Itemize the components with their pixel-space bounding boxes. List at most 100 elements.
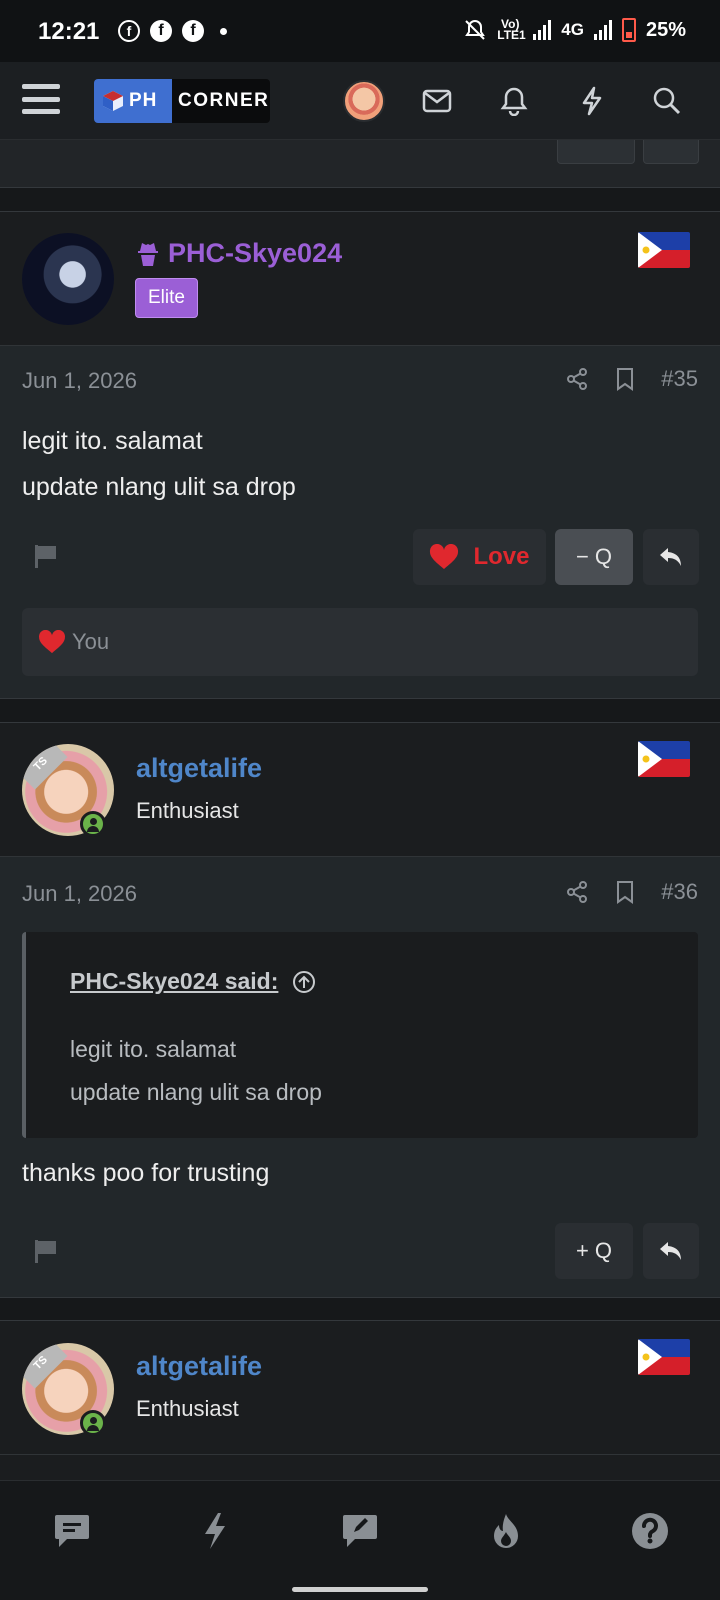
elite-badge-label: Elite xyxy=(148,287,185,308)
reply-button[interactable] xyxy=(643,140,699,164)
reply-icon xyxy=(660,1242,681,1260)
ph-flag-icon xyxy=(638,1339,690,1375)
menu-icon[interactable] xyxy=(22,84,60,114)
ph-flag-icon xyxy=(638,741,690,777)
facebook-icon: f xyxy=(150,20,172,42)
post-thread-icon[interactable] xyxy=(340,1511,380,1551)
online-status-icon xyxy=(80,1410,106,1436)
bell-icon[interactable] xyxy=(497,84,531,118)
ph-flag-icon xyxy=(638,232,690,268)
quote-attribution[interactable]: PHC-Skye024 said: xyxy=(70,968,316,995)
thread-content: PHC-Skye024 Elite Jun 1, 2026 #35 legit … xyxy=(0,140,720,1480)
reply-button[interactable] xyxy=(643,1223,699,1279)
trending-fire-icon[interactable] xyxy=(486,1511,526,1551)
share-icon[interactable] xyxy=(565,880,589,904)
bookmark-icon[interactable] xyxy=(615,367,635,391)
search-icon[interactable] xyxy=(650,84,684,118)
signal-icon xyxy=(533,20,552,40)
user-title: Enthusiast xyxy=(136,798,239,823)
logo-text-corner: CORNER xyxy=(172,79,270,123)
network-type: 4G xyxy=(561,20,584,39)
cube-logo-icon xyxy=(103,91,123,111)
multi-quote-label: + Q xyxy=(575,1238,613,1263)
post-user-bar: TS altgetalife Enthusiast xyxy=(0,723,720,857)
lightning-icon[interactable] xyxy=(575,84,609,118)
quote-line: legit ito. salamat xyxy=(70,1036,237,1062)
love-label: Love xyxy=(473,543,530,570)
online-status-icon xyxy=(80,811,106,837)
post-body: thanks poo for trusting xyxy=(22,1150,269,1196)
user-avatar[interactable] xyxy=(343,80,385,122)
post-meta-actions: #36 xyxy=(565,879,698,905)
username-text: altgetalife xyxy=(136,1351,263,1381)
username-link[interactable]: altgetalife xyxy=(136,753,262,784)
share-icon[interactable] xyxy=(565,367,589,391)
quote-attribution-text: PHC-Skye024 said: xyxy=(70,968,279,994)
heart-icon xyxy=(430,544,459,569)
post-line: update nlang ulit sa drop xyxy=(22,473,296,501)
post-meta-actions: #35 xyxy=(565,366,698,392)
status-indicators: Vo) LTE1 4G 25% xyxy=(463,18,686,42)
reactions-summary[interactable]: You xyxy=(22,608,698,676)
report-flag-icon[interactable] xyxy=(32,1237,60,1265)
battery-icon xyxy=(621,18,636,42)
multi-quote-button[interactable]: − Q xyxy=(555,529,633,585)
reply-button[interactable] xyxy=(643,529,699,585)
spy-icon xyxy=(138,242,158,266)
username-link[interactable]: altgetalife xyxy=(136,1351,262,1382)
post-number[interactable]: #36 xyxy=(661,879,698,905)
user-avatar[interactable] xyxy=(22,233,114,325)
post-date[interactable]: Jun 1, 2026 xyxy=(22,368,137,394)
post-user-bar: PHC-Skye024 Elite xyxy=(0,212,720,346)
status-bar: 12:21 f f f Vo) LTE1 4G 25% xyxy=(0,0,720,62)
messenger-icon: f xyxy=(118,20,140,42)
heart-icon xyxy=(39,630,65,654)
notification-icons: f f f xyxy=(118,20,227,42)
post-line: thanks poo for trusting xyxy=(22,1159,270,1187)
post-36: TS altgetalife Enthusiast Jun 1, 2026 #3… xyxy=(0,722,720,1298)
love-reaction-button[interactable]: Love xyxy=(413,529,546,585)
battery-level: 25% xyxy=(645,18,686,41)
post-user-bar: TS altgetalife Enthusiast xyxy=(0,1321,720,1455)
logo-text-ph: PH xyxy=(129,90,158,111)
quote-block: PHC-Skye024 said: legit ito. salamat upd… xyxy=(22,932,698,1138)
user-title: Enthusiast xyxy=(136,1396,239,1421)
inbox-icon[interactable] xyxy=(420,84,454,118)
report-flag-icon[interactable] xyxy=(32,542,60,570)
post-number[interactable]: #35 xyxy=(661,366,698,392)
more-notifications-icon xyxy=(220,27,227,35)
facebook-icon: f xyxy=(182,20,204,42)
home-indicator[interactable] xyxy=(292,1587,428,1592)
post-35: PHC-Skye024 Elite Jun 1, 2026 #35 legit … xyxy=(0,211,720,699)
app-header: PH CORNER xyxy=(0,62,720,140)
multi-quote-label: − Q xyxy=(575,544,613,569)
username-text: PHC-Skye024 xyxy=(168,238,343,268)
signal-icon-2 xyxy=(593,20,612,40)
username-text: altgetalife xyxy=(136,753,263,783)
quote-body: legit ito. salamat update nlang ulit sa … xyxy=(70,1028,322,1114)
bottom-navigation xyxy=(0,1480,720,1600)
reacted-by: You xyxy=(72,629,110,654)
username-link[interactable]: PHC-Skye024 xyxy=(136,238,342,269)
multi-quote-button[interactable]: + Q xyxy=(555,1223,633,1279)
whats-new-icon[interactable] xyxy=(195,1511,235,1551)
thread-starter-badge: TS xyxy=(22,1343,68,1389)
bookmark-icon[interactable] xyxy=(615,880,635,904)
lte-label: Vo) LTE1 xyxy=(497,17,526,42)
post-37: TS altgetalife Enthusiast xyxy=(0,1320,720,1480)
quote-button[interactable] xyxy=(557,140,635,164)
thread-starter-badge: TS xyxy=(22,744,68,790)
site-logo[interactable]: PH CORNER xyxy=(94,79,270,123)
forums-icon[interactable] xyxy=(52,1511,92,1551)
arrow-up-circle-icon[interactable] xyxy=(292,970,316,994)
mute-icon xyxy=(465,19,486,40)
help-icon[interactable] xyxy=(630,1511,670,1551)
post-body: legit ito. salamat update nlang ulit sa … xyxy=(22,418,296,510)
elite-badge: Elite xyxy=(135,278,198,318)
quote-line: update nlang ulit sa drop xyxy=(70,1079,322,1105)
reply-icon xyxy=(660,548,681,566)
post-line: legit ito. salamat xyxy=(22,427,203,455)
previous-post-footer xyxy=(0,140,720,188)
post-date[interactable]: Jun 1, 2026 xyxy=(22,881,137,907)
status-time: 12:21 xyxy=(38,18,100,45)
